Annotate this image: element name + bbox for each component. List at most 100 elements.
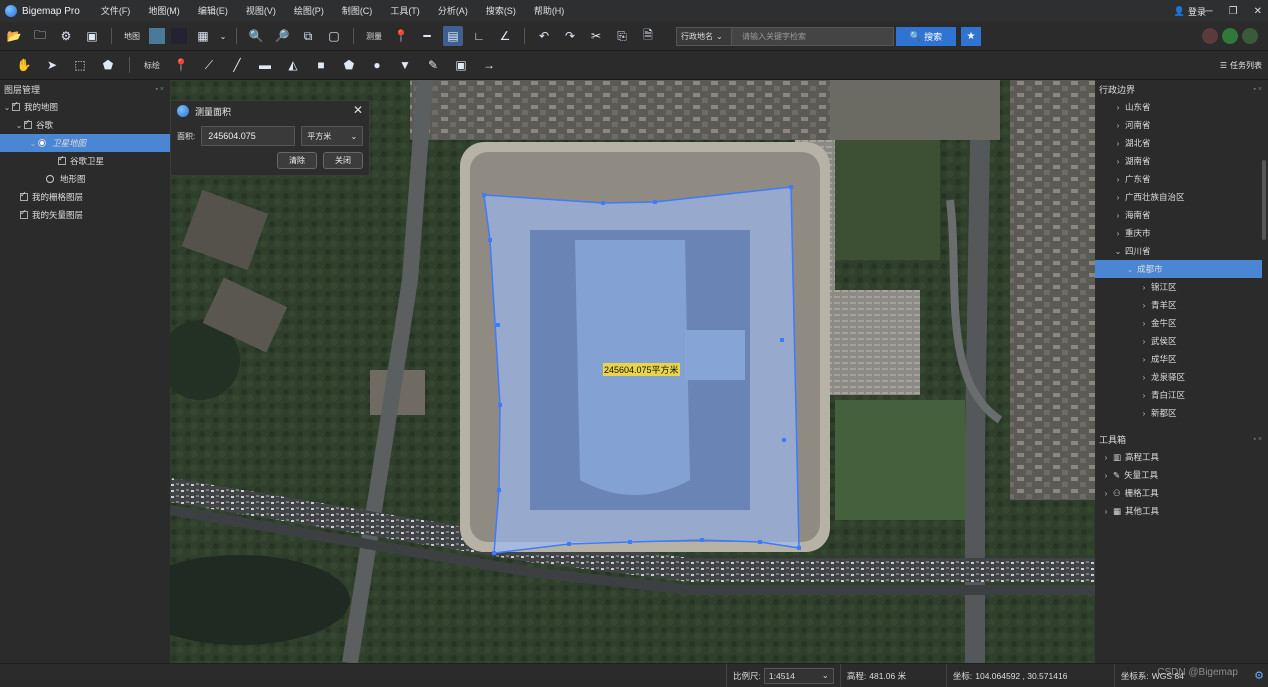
- menu-edit[interactable]: 编辑(E): [189, 0, 237, 22]
- search-button[interactable]: 🔍 搜索: [896, 26, 956, 46]
- close-button[interactable]: 关闭: [323, 152, 363, 169]
- checkbox[interactable]: [20, 190, 28, 201]
- district-item[interactable]: › 成华区: [1095, 350, 1268, 368]
- layer-item[interactable]: 谷歌卫星: [0, 152, 170, 170]
- province-item[interactable]: › 湖北省: [1095, 134, 1268, 152]
- import-icon[interactable]: 🗀: [30, 26, 50, 46]
- map-source-icon[interactable]: [149, 28, 165, 44]
- chevron-down-icon[interactable]: ⌄: [28, 139, 38, 148]
- menu-file[interactable]: 文件(F): [92, 0, 140, 22]
- province-item[interactable]: › 海南省: [1095, 206, 1268, 224]
- chevron-right-icon[interactable]: ›: [1111, 211, 1125, 220]
- close-window-icon[interactable]: ✕: [1254, 6, 1262, 17]
- search-type-select[interactable]: 行政地名 ⌄: [676, 26, 732, 46]
- chevron-down-icon[interactable]: ⌄: [1111, 247, 1125, 256]
- checkbox[interactable]: [24, 118, 32, 129]
- chevron-down-icon[interactable]: ⌄: [2, 103, 12, 112]
- scale-select[interactable]: 1:4514 ⌄: [763, 667, 834, 684]
- layer-item[interactable]: 我的栅格图层: [0, 188, 170, 206]
- close-icon[interactable]: ✕: [353, 103, 363, 117]
- clear-button[interactable]: 清除: [277, 152, 317, 169]
- rectangle-icon[interactable]: ▬: [255, 55, 275, 75]
- chevron-right-icon[interactable]: ›: [1099, 507, 1113, 516]
- task-list-button[interactable]: ☰ 任务列表: [1220, 51, 1262, 80]
- scrollbar[interactable]: [1262, 160, 1266, 240]
- select-arrow-icon[interactable]: ➤: [42, 55, 62, 75]
- chevron-right-icon[interactable]: ›: [1099, 471, 1113, 480]
- pin-icon[interactable]: ▪ ×: [155, 86, 164, 93]
- chevron-right-icon[interactable]: ›: [1111, 175, 1125, 184]
- province-item[interactable]: › 广东省: [1095, 170, 1268, 188]
- chevron-right-icon[interactable]: ›: [1111, 121, 1125, 130]
- chevron-right-icon[interactable]: ›: [1137, 391, 1151, 400]
- layer-item[interactable]: ⌄ 我的地图: [0, 98, 170, 116]
- menu-map[interactable]: 地图(M): [139, 0, 189, 22]
- freehand-icon[interactable]: ◭: [283, 55, 303, 75]
- chevron-right-icon[interactable]: ›: [1099, 489, 1113, 498]
- zoom-in-icon[interactable]: 🔍: [246, 26, 266, 46]
- square-icon[interactable]: ■: [311, 55, 331, 75]
- pin-icon[interactable]: ▪ ×: [1253, 436, 1262, 443]
- district-item[interactable]: › 龙泉驿区: [1095, 368, 1268, 386]
- circle-icon[interactable]: ●: [367, 55, 387, 75]
- layer-item-selected[interactable]: ⌄ 卫星地图: [0, 134, 170, 152]
- chevron-right-icon[interactable]: ›: [1111, 103, 1125, 112]
- province-item[interactable]: › 广西壮族自治区: [1095, 188, 1268, 206]
- chevron-right-icon[interactable]: ›: [1137, 319, 1151, 328]
- district-item[interactable]: › 武侯区: [1095, 332, 1268, 350]
- zoom-out-icon[interactable]: 🔎: [272, 26, 292, 46]
- cut-icon[interactable]: ✂: [586, 26, 606, 46]
- fit-view-icon[interactable]: ▢: [324, 26, 344, 46]
- layer-item[interactable]: 我的矢量图层: [0, 206, 170, 224]
- area-value-field[interactable]: 245604.075: [201, 126, 296, 146]
- measure-angle-icon[interactable]: ∟: [469, 26, 489, 46]
- box-select-icon[interactable]: ⬚: [70, 55, 90, 75]
- chevron-right-icon[interactable]: ›: [1137, 337, 1151, 346]
- measure-area-icon[interactable]: ▤: [443, 26, 463, 46]
- pin-icon[interactable]: ▪ ×: [1253, 86, 1262, 93]
- chevron-right-icon[interactable]: ›: [1099, 453, 1113, 462]
- toolbox-item[interactable]: › ▥ 高程工具: [1095, 448, 1268, 466]
- chevron-down-icon[interactable]: ⌄: [219, 26, 227, 46]
- measure-azimuth-icon[interactable]: ∠: [495, 26, 515, 46]
- favorite-button[interactable]: ★: [961, 26, 981, 46]
- measure-distance-icon[interactable]: ━: [417, 26, 437, 46]
- edit-shape-icon[interactable]: ⬟: [98, 55, 118, 75]
- menu-tools[interactable]: 工具(T): [381, 0, 429, 22]
- login-button[interactable]: 👤 登录: [1174, 0, 1206, 22]
- province-item[interactable]: › 湖南省: [1095, 152, 1268, 170]
- pan-hand-icon[interactable]: ✋: [14, 55, 34, 75]
- layer-item[interactable]: ⌄ 谷歌: [0, 116, 170, 134]
- search-input[interactable]: 请输入关键字检索: [732, 26, 894, 46]
- district-item[interactable]: › 青羊区: [1095, 296, 1268, 314]
- checkbox[interactable]: [58, 154, 66, 165]
- district-item[interactable]: › 金牛区: [1095, 314, 1268, 332]
- maximize-icon[interactable]: ❐: [1229, 6, 1238, 17]
- polyline-icon[interactable]: ⟋: [199, 55, 219, 75]
- line-icon[interactable]: ╱: [227, 55, 247, 75]
- chevron-down-icon[interactable]: ⌄: [1123, 265, 1137, 274]
- redo-icon[interactable]: ↷: [560, 26, 580, 46]
- toolbox-item[interactable]: › ✎ 矢量工具: [1095, 466, 1268, 484]
- export-icon[interactable]: ▣: [82, 26, 102, 46]
- sector-icon[interactable]: ▼: [395, 55, 415, 75]
- chevron-right-icon[interactable]: ›: [1137, 409, 1151, 418]
- model-icon[interactable]: ▣: [451, 55, 471, 75]
- chevron-right-icon[interactable]: ›: [1137, 355, 1151, 364]
- chevron-right-icon[interactable]: ›: [1111, 193, 1125, 202]
- open-folder-icon[interactable]: 📂: [4, 26, 24, 46]
- menu-view[interactable]: 视图(V): [237, 0, 285, 22]
- arrow-icon[interactable]: →: [479, 55, 499, 75]
- chevron-right-icon[interactable]: ›: [1111, 139, 1125, 148]
- province-item-expanded[interactable]: ⌄ 四川省: [1095, 242, 1268, 260]
- marker-icon[interactable]: 📍: [171, 55, 191, 75]
- chevron-right-icon[interactable]: ›: [1111, 157, 1125, 166]
- province-item[interactable]: › 重庆市: [1095, 224, 1268, 242]
- copy-icon[interactable]: ⎘: [612, 26, 632, 46]
- menu-help[interactable]: 帮助(H): [525, 0, 574, 22]
- menu-analysis[interactable]: 分析(A): [429, 0, 477, 22]
- map-image-icon[interactable]: [171, 28, 187, 44]
- checkbox[interactable]: [20, 208, 28, 219]
- menu-draw[interactable]: 绘图(P): [285, 0, 333, 22]
- undo-icon[interactable]: ↶: [534, 26, 554, 46]
